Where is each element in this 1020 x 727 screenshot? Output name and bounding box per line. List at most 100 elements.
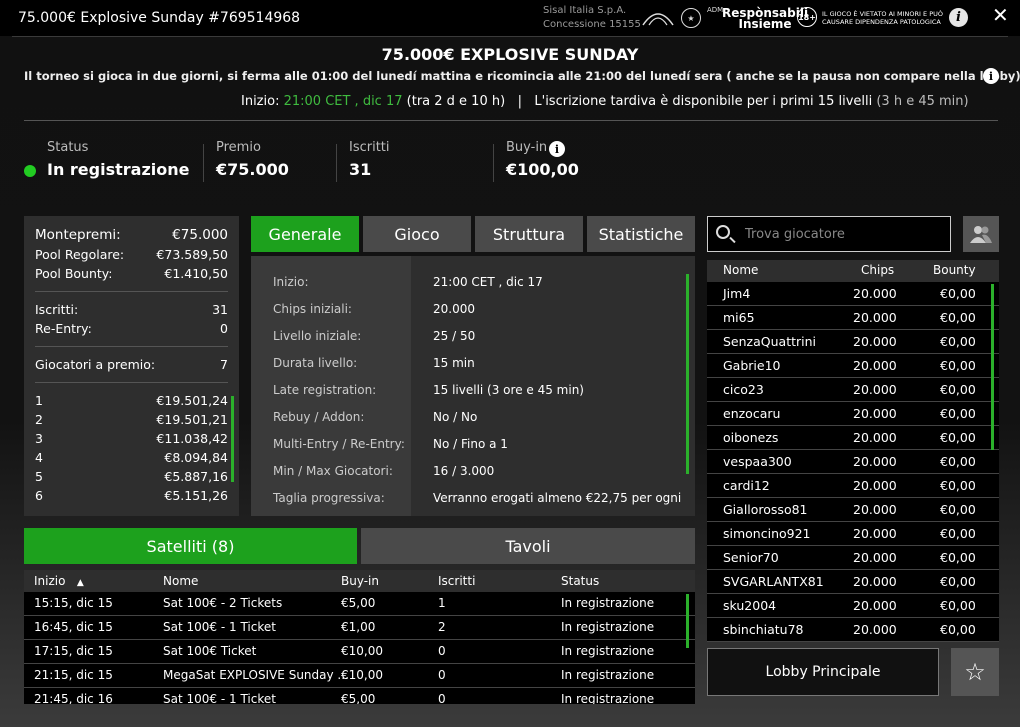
player-bounty: €0,00 xyxy=(940,406,976,421)
search-input[interactable]: Trova giocatore xyxy=(745,227,845,242)
tab-satelliti[interactable]: Satelliti (8) xyxy=(24,528,357,564)
star-icon: ☆ xyxy=(964,658,986,686)
player-bounty: €0,00 xyxy=(940,502,976,517)
info-label: Min / Max Giocatori: xyxy=(273,464,393,478)
tab-tavoli[interactable]: Tavoli xyxy=(361,528,695,564)
stat-divider xyxy=(203,144,204,182)
players-scrollbar[interactable] xyxy=(991,284,994,450)
player-row[interactable]: vespaa300 20.000 €0,00 xyxy=(707,450,999,474)
sat-col-buyin[interactable]: Buy-in xyxy=(341,574,379,588)
close-icon[interactable]: ✕ xyxy=(992,3,1009,27)
tab-generale[interactable]: Generale xyxy=(251,216,359,252)
prize-stat: Premio €75.000 xyxy=(216,140,289,179)
adm-logo-icon xyxy=(640,6,676,28)
player-row[interactable]: Jim4 20.000 €0,00 xyxy=(707,282,999,306)
payout-amount: €5.151,26 xyxy=(164,488,228,503)
note-info-icon[interactable]: i xyxy=(983,68,999,84)
tab-gioco[interactable]: Gioco xyxy=(363,216,471,252)
sat-entrants: 2 xyxy=(438,620,446,634)
player-row[interactable]: Senior70 20.000 €0,00 xyxy=(707,546,999,570)
payout-amount: €5.887,16 xyxy=(164,469,228,484)
reentry-label: Re-Entry: xyxy=(35,321,92,336)
start-label: Inizio: xyxy=(241,94,284,109)
player-chips: 20.000 xyxy=(853,478,897,493)
sat-start: 17:15, dic 15 xyxy=(34,644,113,658)
player-chips: 20.000 xyxy=(853,454,897,469)
iscritti-row: Iscritti: 31 xyxy=(35,300,228,319)
rg-line2: Insieme xyxy=(738,17,792,31)
buyin-stat: Buy-in €100,00 xyxy=(506,140,579,179)
buyin-info-icon[interactable]: i xyxy=(549,141,565,157)
sat-start: 15:15, dic 15 xyxy=(34,596,113,610)
satellite-row[interactable]: 17:15, dic 15 Sat 100€ Ticket €10,00 0 In re… xyxy=(24,640,695,664)
sat-col-entrants[interactable]: Iscritti xyxy=(438,574,475,588)
pool-regular-row: Pool Regolare: €73.589,50 xyxy=(35,245,228,264)
montepremi-label: Montepremi: xyxy=(35,227,121,243)
payout-position: 6 xyxy=(35,488,43,503)
player-row[interactable]: cardi12 20.000 €0,00 xyxy=(707,474,999,498)
pool-bounty-row: Pool Bounty: €1.410,50 xyxy=(35,264,228,283)
favorite-button[interactable]: ☆ xyxy=(951,648,999,696)
main-lobby-button[interactable]: Lobby Principale xyxy=(707,648,939,696)
search-icon xyxy=(716,225,730,239)
satellite-row[interactable]: 21:15, dic 15 MegaSat EXPLOSIVE Sunday ..… xyxy=(24,664,695,688)
player-bounty: €0,00 xyxy=(940,622,976,637)
late-reg-text: L'iscrizione tardiva è disponibile per i… xyxy=(534,94,873,109)
payout-row: 4 €8.094,84 xyxy=(35,448,228,467)
player-chips: 20.000 xyxy=(853,622,897,637)
player-row[interactable]: cico23 20.000 €0,00 xyxy=(707,378,999,402)
sat-entrants: 0 xyxy=(438,668,446,682)
players-col-chips[interactable]: Chips xyxy=(861,263,894,277)
players-col-name[interactable]: Nome xyxy=(723,263,758,277)
satellite-row[interactable]: 16:45, dic 15 Sat 100€ - 1 Ticket €1,00 2 In… xyxy=(24,616,695,640)
player-row[interactable]: Giallorosso81 20.000 €0,00 xyxy=(707,498,999,522)
player-bounty: €0,00 xyxy=(940,286,976,301)
prize-label: Premio xyxy=(216,140,261,155)
player-search[interactable]: Trova giocatore xyxy=(707,216,951,252)
player-row[interactable]: mi65 20.000 €0,00 xyxy=(707,306,999,330)
info-value: 20.000 xyxy=(433,302,475,316)
info-value: 25 / 50 xyxy=(433,329,476,343)
player-name: vespaa300 xyxy=(723,454,792,469)
player-chips: 20.000 xyxy=(853,358,897,373)
player-row[interactable]: SVGARLANTX81 20.000 €0,00 xyxy=(707,570,999,594)
tab-struttura[interactable]: Struttura xyxy=(475,216,583,252)
sat-name: Sat 100€ Ticket xyxy=(163,644,257,658)
player-row[interactable]: enzocaru 20.000 €0,00 xyxy=(707,402,999,426)
payout-position: 1 xyxy=(35,393,43,408)
player-name: enzocaru xyxy=(723,406,781,421)
reentry-value: 0 xyxy=(220,321,228,336)
player-row[interactable]: oibonezs 20.000 €0,00 xyxy=(707,426,999,450)
player-row[interactable]: simoncino921 20.000 €0,00 xyxy=(707,522,999,546)
payout-scrollbar[interactable] xyxy=(231,396,234,482)
player-row[interactable]: sbinchiatu78 20.000 €0,00 xyxy=(707,618,999,642)
player-row[interactable]: SenzaQuattrini 20.000 €0,00 xyxy=(707,330,999,354)
info-icon[interactable]: i xyxy=(949,8,968,27)
friends-button[interactable] xyxy=(963,216,999,252)
players-list: Jim4 20.000 €0,00 mi65 20.000 €0,00 SenzaQua… xyxy=(707,282,999,642)
sat-col-name[interactable]: Nome xyxy=(163,574,198,588)
stat-divider xyxy=(493,144,494,182)
window-title: 75.000€ Explosive Sunday #769514968 xyxy=(18,10,301,26)
users-icon xyxy=(970,226,992,243)
players-col-bounty[interactable]: Bounty xyxy=(933,263,976,277)
sat-start: 21:15, dic 15 xyxy=(34,668,113,682)
satellite-row[interactable]: 15:15, dic 15 Sat 100€ - 2 Tickets €5,00 1 I… xyxy=(24,592,695,616)
sat-col-start[interactable]: Inizio ▲ xyxy=(34,574,84,588)
sat-buyin: €5,00 xyxy=(341,692,376,704)
player-row[interactable]: sku2004 20.000 €0,00 xyxy=(707,594,999,618)
player-name: cico23 xyxy=(723,382,764,397)
player-bounty: €0,00 xyxy=(940,478,976,493)
satellite-row[interactable]: 21:45, dic 16 Sat 100€ - 1 Ticket €5,00 0 In… xyxy=(24,688,695,704)
info-label: Inizio: xyxy=(273,275,309,289)
satellites-scrollbar[interactable] xyxy=(686,594,689,648)
sat-col-status[interactable]: Status xyxy=(561,574,599,588)
general-scrollbar[interactable] xyxy=(686,274,689,474)
player-name: Gabrie10 xyxy=(723,358,781,373)
player-name: mi65 xyxy=(723,310,755,325)
player-name: sbinchiatu78 xyxy=(723,622,804,637)
payout-position: 5 xyxy=(35,469,43,484)
player-row[interactable]: Gabrie10 20.000 €0,00 xyxy=(707,354,999,378)
tab-statistiche[interactable]: Statistiche xyxy=(587,216,695,252)
info-value: 21:00 CET , dic 17 xyxy=(433,275,543,289)
